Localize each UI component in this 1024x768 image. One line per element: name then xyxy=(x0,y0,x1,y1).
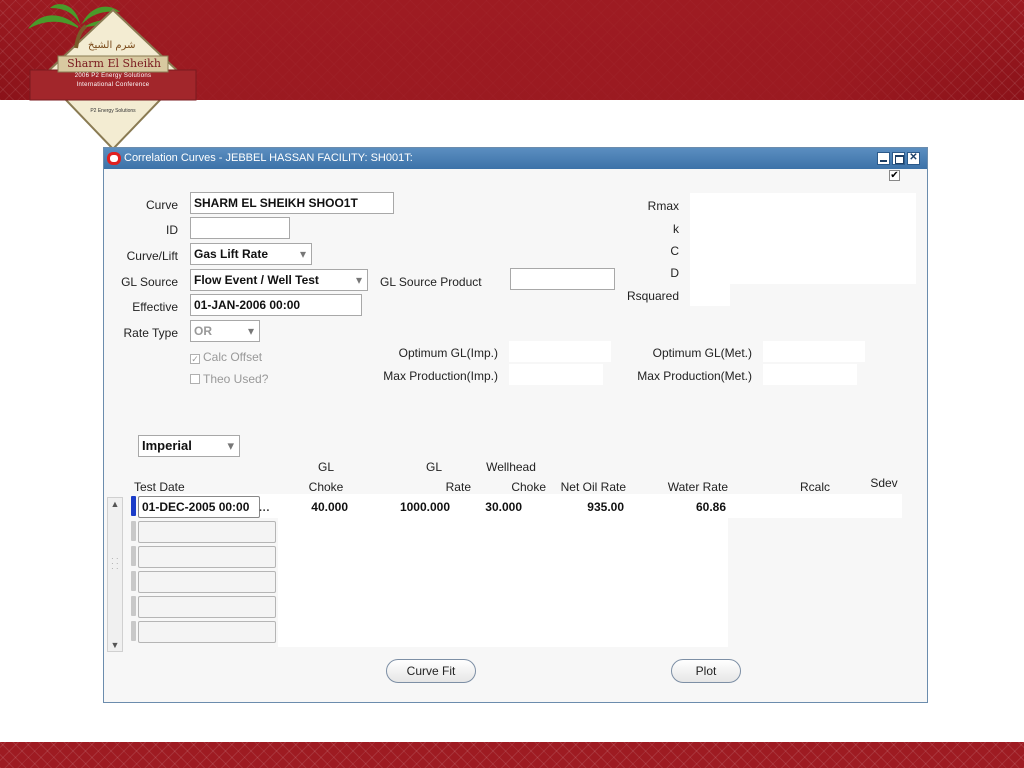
calc-offset-label: Calc Offset xyxy=(203,350,263,364)
top-right-checkbox[interactable]: ✔ xyxy=(889,170,900,181)
col-water-rate: Water Rate xyxy=(667,480,728,494)
col-gl-choke-line2: Choke xyxy=(308,480,344,494)
theo-used-label: Theo Used? xyxy=(203,372,269,386)
col-wellhead-line2: Choke xyxy=(511,480,546,494)
gl-source-product-field[interactable] xyxy=(510,268,615,290)
optimum-gl-imp-value xyxy=(509,341,611,362)
units-select[interactable]: Imperial xyxy=(138,435,240,457)
cell-gl-choke: 40.000 xyxy=(311,500,348,514)
bottom-banner xyxy=(0,742,1024,768)
col-rcalc: Rcalc xyxy=(799,480,830,494)
curve-label: Curve xyxy=(145,198,178,212)
optimum-gl-met-value xyxy=(763,341,865,362)
window-title: Correlation Curves - JEBBEL HASSAN FACIL… xyxy=(124,152,413,164)
max-production-met-value xyxy=(763,364,857,385)
scroll-grip-icon[interactable]: · · · · · · xyxy=(111,555,119,586)
row-indicator[interactable] xyxy=(131,546,136,566)
minimize-icon[interactable] xyxy=(877,152,890,165)
rsquared-label: Rsquared xyxy=(626,289,679,303)
row-indicator[interactable] xyxy=(131,521,136,541)
optimum-gl-met-label: Optimum GL(Met.) xyxy=(652,346,752,360)
gl-source-label: GL Source xyxy=(121,275,178,289)
cell-water-rate: 60.86 xyxy=(695,500,726,514)
curve-fit-button[interactable]: Curve Fit xyxy=(386,659,476,683)
test-date-field[interactable]: 01-DEC-2005 00:00 xyxy=(138,496,260,518)
oracle-icon xyxy=(107,152,121,165)
col-net-oil-rate: Net Oil Rate xyxy=(560,480,626,494)
d-label: D xyxy=(670,266,679,280)
logo-line2: International Conference xyxy=(76,82,150,88)
row-indicator[interactable] xyxy=(131,621,136,641)
col-gl-rate-line2: Rate xyxy=(445,480,471,494)
table-scrollbar[interactable]: ▲ · · · · · · ▼ xyxy=(107,497,123,652)
logo-arabic: شرم الشيخ xyxy=(88,40,136,51)
row-indicator[interactable] xyxy=(131,596,136,616)
test-date-field-empty[interactable] xyxy=(138,546,276,568)
col-wellhead-line1: Wellhead xyxy=(486,460,536,474)
curve-lift-select[interactable]: Gas Lift Rate xyxy=(190,243,312,265)
row-indicator[interactable] xyxy=(131,571,136,591)
rsquared-value xyxy=(690,284,730,306)
col-test-date: Test Date xyxy=(134,480,185,494)
lov-button[interactable]: ··· xyxy=(259,505,270,517)
cell-wellhead-choke: 30.000 xyxy=(485,500,522,514)
col-gl-choke-line1: GL xyxy=(317,460,334,474)
c-label: C xyxy=(670,244,679,258)
theo-used-box-icon xyxy=(190,374,200,384)
test-date-field-empty[interactable] xyxy=(138,571,276,593)
scroll-down-icon[interactable]: ▼ xyxy=(109,639,121,651)
cell-net-oil-rate: 935.00 xyxy=(587,500,624,514)
logo-line1: 2006 P2 Energy Solutions xyxy=(74,73,152,79)
curve-field[interactable]: SHARM EL SHEIKH SHOO1T xyxy=(190,192,394,214)
effective-field[interactable]: 01-JAN-2006 00:00 xyxy=(190,294,362,316)
calc-offset-checkbox[interactable]: ✓ Calc Offset xyxy=(190,350,262,364)
cell-gl-rate: 1000.000 xyxy=(399,500,450,514)
logo-city: Sharm El Sheikh xyxy=(67,57,161,70)
maximize-icon[interactable] xyxy=(892,152,905,165)
scroll-up-icon[interactable]: ▲ xyxy=(109,498,121,510)
max-production-imp-value xyxy=(509,364,603,385)
test-date-field-empty[interactable] xyxy=(138,596,276,618)
rmax-label: Rmax xyxy=(647,199,679,213)
k-label: k xyxy=(673,222,679,236)
col-sdev: Sdev xyxy=(870,476,898,490)
test-date-field-empty[interactable] xyxy=(138,521,276,543)
gl-source-select[interactable]: Flow Event / Well Test xyxy=(190,269,368,291)
row-indicator-active[interactable] xyxy=(131,496,136,516)
id-field[interactable] xyxy=(190,217,290,239)
col-gl-rate-line1: GL xyxy=(425,460,442,474)
test-date-field-empty[interactable] xyxy=(138,621,276,643)
close-icon[interactable]: ✕ xyxy=(907,152,920,165)
gl-source-product-label: GL Source Product xyxy=(380,275,482,289)
logo-company: P2 Energy Solutions xyxy=(90,108,136,114)
max-production-imp-label: Max Production(Imp.) xyxy=(383,369,498,383)
window-titlebar: Correlation Curves - JEBBEL HASSAN FACIL… xyxy=(104,148,927,169)
effective-label: Effective xyxy=(132,300,178,314)
optimum-gl-imp-label: Optimum GL(Imp.) xyxy=(398,346,498,360)
id-label: ID xyxy=(166,223,178,237)
theo-used-checkbox[interactable]: Theo Used? xyxy=(190,372,268,386)
plot-button[interactable]: Plot xyxy=(671,659,741,683)
coefficients-panel xyxy=(690,193,916,284)
calc-offset-checkmark-icon: ✓ xyxy=(190,354,200,364)
max-production-met-label: Max Production(Met.) xyxy=(637,369,752,383)
conference-logo: شرم الشيخ Sharm El Sheikh 2006 P2 Energy… xyxy=(28,4,198,154)
rate-type-label: Rate Type xyxy=(123,326,178,340)
curve-lift-label: Curve/Lift xyxy=(126,249,178,263)
correlation-curves-window: Correlation Curves - JEBBEL HASSAN FACIL… xyxy=(103,147,928,703)
rate-type-select[interactable]: OR xyxy=(190,320,260,342)
